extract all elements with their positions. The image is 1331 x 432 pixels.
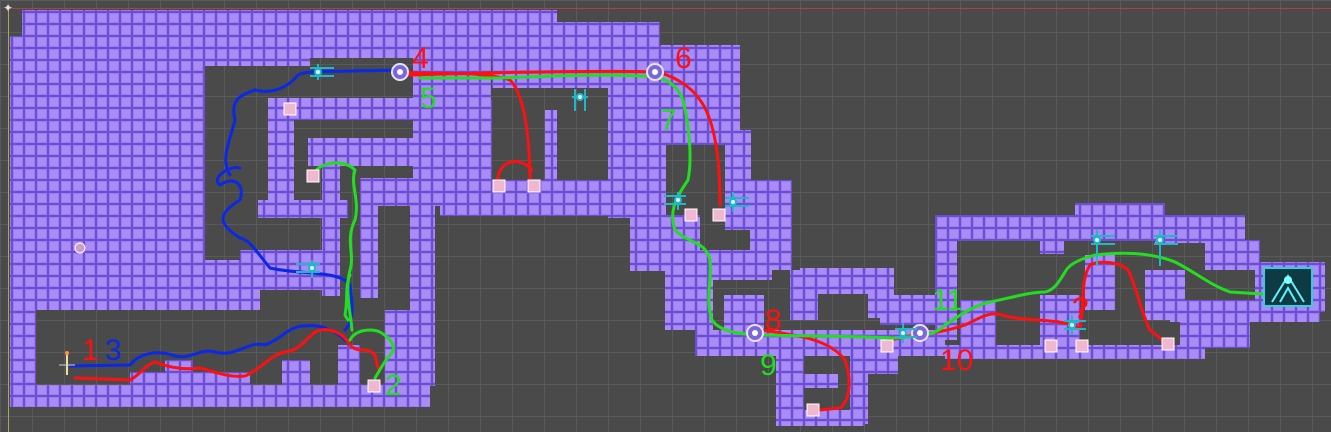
route-label-8: 8: [765, 304, 782, 337]
terrain-block: [1040, 230, 1064, 254]
terrain-block: [338, 345, 360, 387]
route-label-1: 1: [82, 334, 99, 367]
terrain-block: [305, 22, 660, 58]
exit-gate-icon[interactable]: [1263, 267, 1313, 307]
terrain-block: [165, 360, 193, 386]
pickup-icon[interactable]: [283, 102, 297, 116]
route-label-6: 6: [675, 42, 692, 75]
pickup-icon[interactable]: [1161, 337, 1175, 351]
terrain-block: [725, 130, 751, 230]
pickup-icon[interactable]: [492, 179, 506, 193]
route-label-11: 11: [932, 284, 963, 317]
level-editor-viewport[interactable]: ✦ 1 3 2 4 5 6 7 8 9 10 11 ?: [0, 0, 1331, 432]
terrain-block: [10, 260, 260, 310]
pickup-icon[interactable]: [367, 379, 381, 393]
pickup-icon[interactable]: [806, 403, 820, 417]
terrain-block: [308, 138, 413, 166]
terrain-block: [802, 374, 838, 388]
pickup-icon[interactable]: [1044, 339, 1058, 353]
terrain-block: [1180, 318, 1250, 348]
terrain-block: [665, 250, 713, 330]
terrain-block: [608, 88, 666, 218]
terrain-block: [205, 36, 310, 66]
portal-node-icon[interactable]: [646, 63, 664, 81]
mover-arrows-icon[interactable]: [572, 89, 588, 111]
terrain-block: [545, 110, 557, 190]
route-label-2: 2: [385, 369, 402, 402]
terrain-block: [10, 385, 430, 407]
terrain-block: [1205, 240, 1260, 270]
route-label-4: 4: [412, 42, 429, 75]
terrain-block: [10, 36, 205, 266]
route-label-9: 9: [760, 349, 777, 382]
pickup-icon[interactable]: [684, 208, 698, 222]
terrain-block: [1075, 203, 1165, 225]
route-label-10: 10: [940, 344, 973, 377]
level-terrain: [10, 10, 1325, 426]
pickup-icon[interactable]: [712, 208, 726, 222]
pickup-icon[interactable]: [527, 179, 541, 193]
portal-node-icon[interactable]: [391, 63, 409, 81]
pickup-icon[interactable]: [1075, 339, 1089, 353]
route-label-5: 5: [420, 82, 437, 115]
terrain-block: [880, 295, 935, 325]
pickup-icon[interactable]: [880, 339, 894, 353]
terrain-block: [712, 250, 772, 280]
terrain-block: [282, 360, 310, 386]
terrain-block: [360, 178, 378, 298]
player-start-icon[interactable]: [59, 351, 75, 375]
level-map[interactable]: 1 3 2 4 5 6 7 8 9 10 11 ?: [0, 0, 1331, 432]
route-label-3: 3: [105, 334, 122, 367]
portal-node-icon[interactable]: [911, 324, 929, 342]
pickup-icon[interactable]: [74, 242, 86, 254]
route-label-7: 7: [660, 104, 677, 137]
pickup-icon[interactable]: [306, 169, 320, 183]
terrain-block: [10, 300, 36, 400]
portal-node-icon[interactable]: [746, 324, 764, 342]
terrain-block: [1155, 215, 1245, 243]
